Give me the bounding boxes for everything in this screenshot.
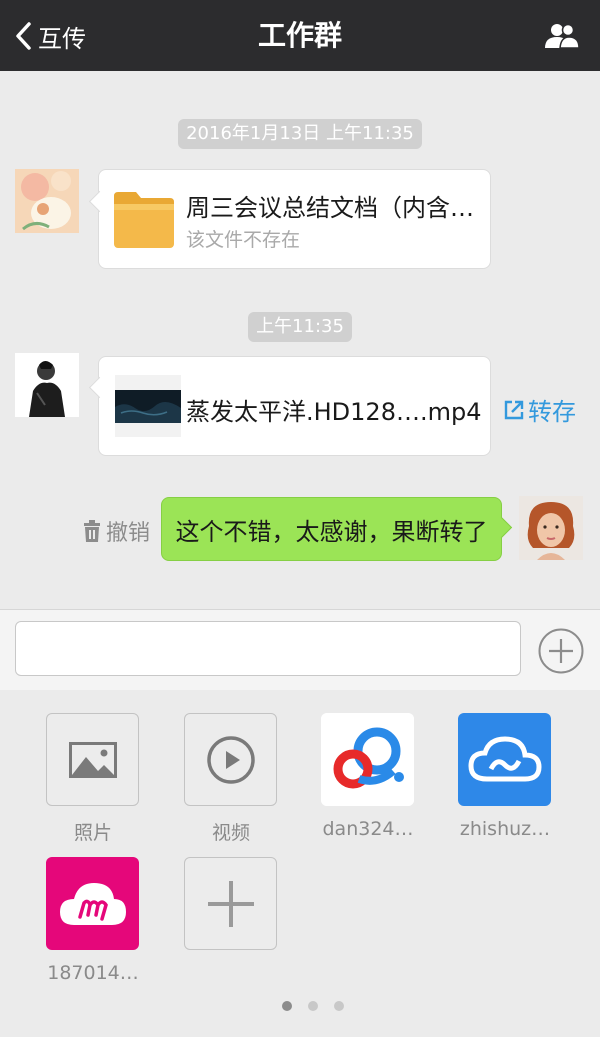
page-indicator-dot[interactable] [334, 1001, 344, 1011]
video-file-name: 蒸发太平洋.HD128….mp4 [186, 398, 482, 426]
page-indicator-dot[interactable] [282, 1001, 292, 1011]
recall-button[interactable]: 撤销 [82, 515, 150, 547]
tile-label: 视频 [211, 822, 250, 844]
avatar[interactable] [15, 169, 79, 233]
text-message-bubble[interactable]: 这个不错，太感谢，果断转了 [161, 497, 502, 561]
back-label: 互传 [38, 24, 86, 53]
save-label: 转存 [528, 398, 576, 426]
plus-icon [207, 880, 254, 927]
tile-label: 187014… [47, 962, 139, 984]
photo-button[interactable] [46, 713, 139, 806]
avatar-image [15, 169, 79, 233]
timestamp: 上午11:35 [248, 312, 352, 342]
back-button[interactable]: 互传 [14, 16, 86, 56]
video-button[interactable] [184, 713, 277, 806]
group-members-button[interactable] [540, 18, 584, 54]
message-input[interactable] [15, 621, 521, 676]
timestamp: 2016年1月13日 上午11:35 [178, 119, 422, 149]
video-thumbnail[interactable] [115, 375, 181, 437]
timestamp-row: 上午11:35 [0, 312, 600, 342]
image-icon [68, 741, 117, 778]
top-bar [0, 0, 600, 71]
folder-icon [112, 186, 176, 254]
cloud-app-button[interactable] [458, 713, 551, 806]
my-avatar[interactable] [519, 496, 583, 560]
save-to-cloud-link[interactable]: 转存 [503, 392, 576, 427]
avatar-image [15, 353, 79, 417]
baidu-cloud-icon [321, 713, 414, 806]
baidu-cloud-button[interactable] [321, 713, 414, 806]
file-name: 周三会议总结文档（内含… [186, 194, 474, 222]
page-indicator-dot[interactable] [308, 1001, 318, 1011]
avatar-image [519, 496, 583, 560]
share-icon [504, 400, 524, 419]
avatar[interactable] [15, 353, 79, 417]
chevron-left-icon [16, 22, 31, 50]
trash-icon [84, 520, 100, 542]
cloud-icon [467, 735, 542, 781]
text-message: 这个不错，太感谢，果断转了 [175, 517, 488, 546]
add-app-button[interactable] [184, 857, 277, 950]
plus-circle-icon [538, 628, 584, 674]
timestamp-row: 2016年1月13日 上午11:35 [0, 119, 600, 149]
m-cloud-button[interactable] [46, 857, 139, 950]
m-cloud-icon [59, 882, 126, 925]
play-icon [206, 735, 255, 784]
recall-label: 撤销 [106, 521, 151, 546]
group-icon [545, 23, 580, 49]
file-status: 该文件不存在 [186, 229, 301, 251]
tile-label: zhishuz… [459, 818, 551, 840]
more-button[interactable] [538, 628, 584, 674]
tile-label: 照片 [73, 822, 112, 844]
tile-label: dan324… [322, 818, 414, 840]
